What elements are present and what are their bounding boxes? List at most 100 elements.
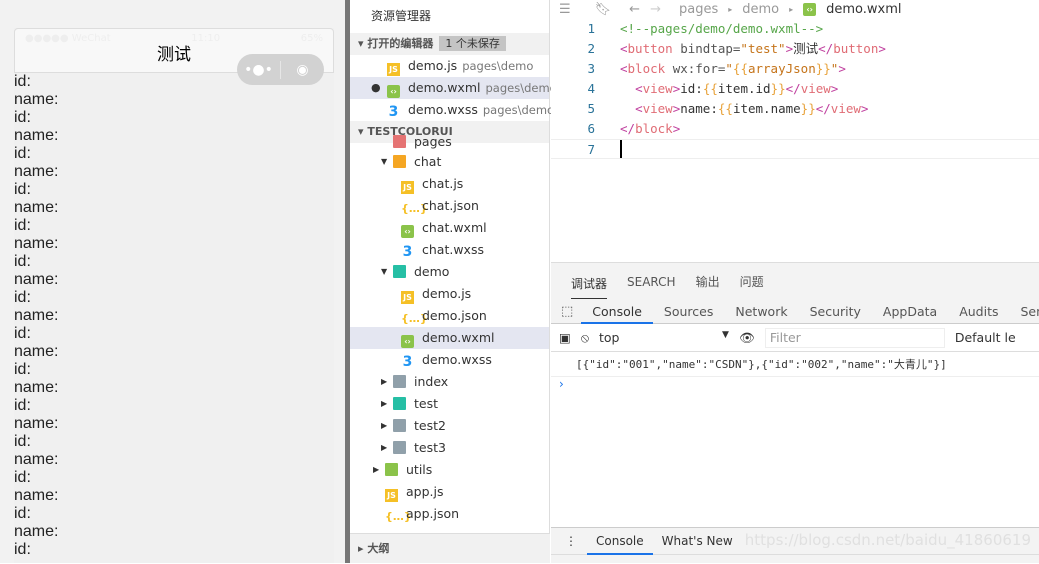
filter-input[interactable]: Filter [765,328,945,348]
bookmark-icon[interactable]: 🔖︎ [595,0,612,19]
devtools-tab[interactable]: Security [799,300,872,324]
tree-item[interactable]: {…}app.json [350,503,549,525]
file-name: test3 [414,440,446,455]
devtools-tab[interactable]: Sensor [1010,300,1039,324]
chevron-icon[interactable]: ▶ [381,415,387,437]
code-line[interactable]: 3<block wx:for="{{arrayJson}}"> [551,59,1039,79]
panel-tab[interactable]: 输出 [696,273,720,290]
content-line: id: [14,397,334,415]
code-token: wx:for= [665,61,725,76]
chevron-icon[interactable]: ▼ [381,151,387,173]
file-name: app.js [406,484,444,499]
open-editors-label: 打开的编辑器 [367,37,433,50]
levels-select[interactable]: Default le [955,330,1016,345]
panel-tab[interactable]: 调试器 [571,265,607,299]
phone-screen: ●●●●● WeChat 11:10 65% 测试 •●•◉ id:name:i… [14,28,334,563]
code-token: button [833,41,878,56]
open-file-item[interactable]: ●‹›demo.wxmlpages\demo [350,77,549,99]
close-icon[interactable]: ◉ [281,62,324,78]
devtools-tab[interactable]: Audits [948,300,1009,324]
more-icon[interactable]: •●• [237,62,280,78]
tree-item[interactable]: JS app.js [350,481,549,503]
content-line: name: [14,199,334,217]
breadcrumb-item[interactable]: demo [742,0,779,19]
clear-console-icon[interactable]: ⦸ [581,330,589,346]
outline-header[interactable]: ▸ 大纲 [350,533,550,563]
open-editors-header[interactable]: ▾ 打开的编辑器1 个未保存 [350,33,549,55]
tree-item[interactable]: JSchat.js [350,173,549,195]
tree-item[interactable]: pages [350,135,549,151]
chevron-icon[interactable]: ▶ [381,437,387,459]
chevron-icon[interactable]: ▶ [381,371,387,393]
file-name: demo.wxss [422,352,492,367]
tree-item[interactable]: 3demo.wxss [350,349,549,371]
tree-item[interactable]: {…}chat.json [350,195,549,217]
file-name: chat.json [422,198,479,213]
tree-item[interactable]: ▼chat [350,151,549,173]
code-token: < [635,101,643,116]
code-editor[interactable]: ☰ 🔖︎ ← → pages▸ demo▸ ‹› demo.wxml 1<!--… [551,0,1039,262]
folder-icon [393,397,406,410]
tree-item[interactable]: {…}demo.json [350,305,549,327]
forward-icon[interactable]: → [650,0,661,19]
panel-tab[interactable]: SEARCH [627,275,676,289]
sidebar-toggle-icon[interactable]: ▣ [559,330,571,345]
code-line[interactable]: 6</block> [551,119,1039,139]
tree-item[interactable]: 3chat.wxss [350,239,549,261]
tree-item[interactable]: ‹› demo.wxml [350,327,549,349]
devtools-tab[interactable]: Network [724,300,798,324]
file-name: demo.wxml [422,330,494,345]
tree-item[interactable]: ▶test [350,393,549,415]
breadcrumb-item[interactable]: demo.wxml [826,0,901,19]
open-file-item[interactable]: JSdemo.jspages\demo [350,55,549,77]
code-line[interactable]: 4 <view>id:{{item.id}}</view> [551,79,1039,99]
file-name: demo.js [422,286,471,301]
inspect-icon[interactable]: ⬚ [551,304,581,319]
file-path: pages\demo [485,81,556,95]
line-text: </block> [595,119,680,139]
panel-tab[interactable]: 问题 [740,273,764,290]
drawer-tab[interactable]: What's New [653,528,742,555]
line-text: <view>id:{{item.id}}</view> [595,79,838,99]
code-area[interactable]: 1<!--pages/demo/demo.wxml-->2<button bin… [551,19,1039,159]
tree-item[interactable]: JSdemo.js [350,283,549,305]
context-select[interactable]: top▼ [599,330,729,345]
code-line[interactable]: 1<!--pages/demo/demo.wxml--> [551,19,1039,39]
chevron-icon[interactable]: ▶ [381,393,387,415]
devtools-tab[interactable]: Sources [653,300,724,324]
tree-item[interactable]: ▶test2 [350,415,549,437]
js-file-icon: JS [385,489,398,502]
tree-item[interactable]: ▶ index [350,371,549,393]
back-icon[interactable]: ← [629,0,640,19]
code-line[interactable]: 2<button bindtap="test">测试</button> [551,39,1039,59]
devtools-tab[interactable]: AppData [872,300,948,324]
breadcrumb-item[interactable]: pages [679,0,718,19]
console-prompt[interactable]: › [551,377,1039,391]
tree-item[interactable]: ▶utils [350,459,549,481]
chevron-icon[interactable]: ▼ [381,261,387,283]
file-name: demo.js [408,58,457,73]
tree-item[interactable]: ▶ test3 [350,437,549,459]
code-token: block [628,61,666,76]
line-number: 5 [551,99,595,119]
file-name: index [414,374,448,389]
content-line: name: [14,379,334,397]
tree-item[interactable]: ‹›chat.wxml [350,217,549,239]
code-line[interactable]: 7 [551,139,1039,159]
folder-icon [393,419,406,432]
file-name: chat.js [422,176,463,191]
wxml-file-icon: ‹› [401,335,414,348]
eye-icon[interactable]: 👁︎ [739,330,755,346]
line-text: <view>name:{{item.name}}</view> [595,99,868,119]
drawer-menu-icon[interactable]: ⋮ [551,534,587,548]
drawer-tab[interactable]: Console [587,528,653,555]
code-token: id: [680,81,703,96]
open-file-item[interactable]: 3demo.wxsspages\demo [350,99,549,121]
outline-icon[interactable]: ☰ [559,0,571,19]
code-token: < [635,81,643,96]
tree-item[interactable]: ▼demo [350,261,549,283]
code-token: view [643,81,673,96]
code-line[interactable]: 5 <view>name:{{item.name}}</view> [551,99,1039,119]
chevron-icon[interactable]: ▶ [373,459,379,481]
devtools-tab[interactable]: Console [581,300,653,324]
